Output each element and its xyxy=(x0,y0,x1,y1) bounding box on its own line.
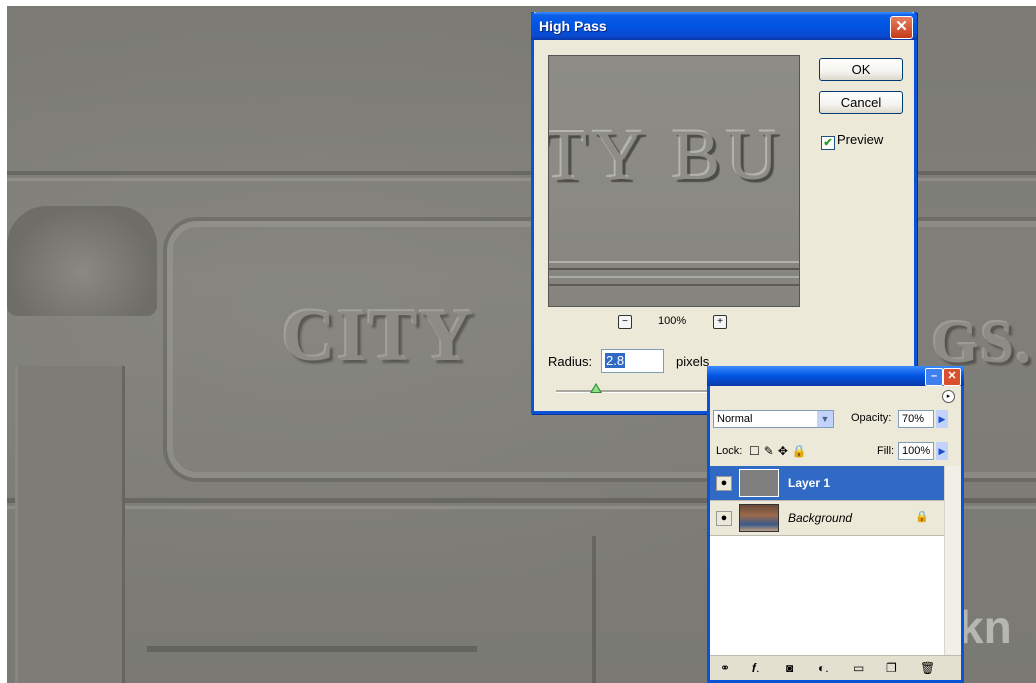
blend-mode-value: Normal xyxy=(717,413,753,425)
cancel-button[interactable]: Cancel xyxy=(819,91,903,114)
style-icon[interactable]: 𝒇. xyxy=(752,656,759,680)
layer-thumbnail xyxy=(739,504,779,532)
preview-ledge-shadow xyxy=(549,268,799,270)
layer-row-background[interactable]: ● Background 🔒 xyxy=(710,501,961,536)
preview-carved-text: TY BU xyxy=(548,115,785,195)
blend-mode-select[interactable]: Normal ▼ xyxy=(713,410,834,428)
radius-value[interactable]: 2.8 xyxy=(605,353,626,368)
eye-icon[interactable]: ● xyxy=(716,511,732,526)
zoom-in-button[interactable]: + xyxy=(713,315,727,329)
zoom-level: 100% xyxy=(658,315,687,327)
layers-scrollbar[interactable] xyxy=(944,466,961,656)
fill-label: Fill: xyxy=(877,445,895,457)
column-capital xyxy=(7,206,157,316)
preview-ledge-shadow-2 xyxy=(549,284,799,286)
adjustment-icon[interactable]: ◐. xyxy=(818,656,829,680)
ok-button[interactable]: OK xyxy=(819,58,903,81)
lock-label: Lock: xyxy=(716,445,743,457)
dialog-title-bar[interactable]: High Pass ✕ xyxy=(531,12,917,40)
layers-toolbar: ⚭ 𝒇. ◙ ◐. ▭ ❐ 🗑 xyxy=(710,655,961,680)
radius-slider-thumb[interactable] xyxy=(590,383,603,393)
dialog-close-button[interactable]: ✕ xyxy=(890,16,913,39)
panel-close-button[interactable]: ✕ xyxy=(943,368,961,386)
fill-input[interactable]: 100% xyxy=(898,442,934,460)
mask-icon[interactable]: ◙ xyxy=(786,656,793,680)
layers-panel: – ✕ ▸ Normal ▼ Opacity: 70% ▶ Lock: ☐✎✥🔒… xyxy=(707,366,964,683)
preview-ledge-highlight xyxy=(549,261,799,263)
layer-thumbnail xyxy=(739,469,779,497)
eye-icon[interactable]: ● xyxy=(716,476,732,491)
group-icon[interactable]: ▭ xyxy=(853,656,864,680)
panel-menu-icon[interactable]: ▸ xyxy=(942,390,955,403)
layer-name[interactable]: Background xyxy=(788,511,852,525)
radius-unit-label: pixels xyxy=(676,354,710,369)
column-shaft xyxy=(15,366,125,683)
chevron-down-icon[interactable]: ▼ xyxy=(817,411,833,427)
layer-name[interactable]: Layer 1 xyxy=(788,476,830,490)
layers-panel-title-bar[interactable]: – ✕ xyxy=(707,366,964,386)
radius-input[interactable]: 2.8 xyxy=(601,349,664,373)
link-icon[interactable]: ⚭ xyxy=(720,656,730,680)
watermark-logo: kn xyxy=(958,601,1012,653)
preview-checkbox-label: Preview xyxy=(837,132,884,147)
layer-row-layer-1[interactable]: ● Layer 1 xyxy=(710,466,961,501)
zoom-out-button[interactable]: − xyxy=(618,315,632,329)
lock-icon: 🔒 xyxy=(915,511,929,523)
opacity-slider-arrow-icon[interactable]: ▶ xyxy=(936,410,948,428)
opacity-label: Opacity: xyxy=(851,412,892,424)
preview-ledge-highlight-2 xyxy=(549,276,799,278)
carved-text-city: CITY xyxy=(282,295,476,377)
checkmark-icon[interactable]: ✔ xyxy=(821,136,835,150)
dialog-title: High Pass xyxy=(539,18,607,34)
high-pass-dialog: High Pass ✕ TY BU OK Cancel ✔ Preview − 1… xyxy=(531,12,917,414)
block-joint xyxy=(592,536,596,683)
radius-label: Radius: xyxy=(548,354,593,369)
window-lintel xyxy=(147,646,477,652)
panel-minimize-button[interactable]: – xyxy=(925,368,943,386)
lock-options-icons[interactable]: ☐✎✥🔒 xyxy=(749,444,811,458)
filter-preview-pane[interactable]: TY BU xyxy=(548,55,800,307)
new-layer-icon[interactable]: ❐ xyxy=(886,656,897,680)
fill-slider-arrow-icon[interactable]: ▶ xyxy=(936,442,948,460)
opacity-input[interactable]: 70% xyxy=(898,410,934,428)
preview-checkbox[interactable]: ✔ Preview xyxy=(821,132,883,150)
delete-icon[interactable]: 🗑 xyxy=(920,656,935,680)
